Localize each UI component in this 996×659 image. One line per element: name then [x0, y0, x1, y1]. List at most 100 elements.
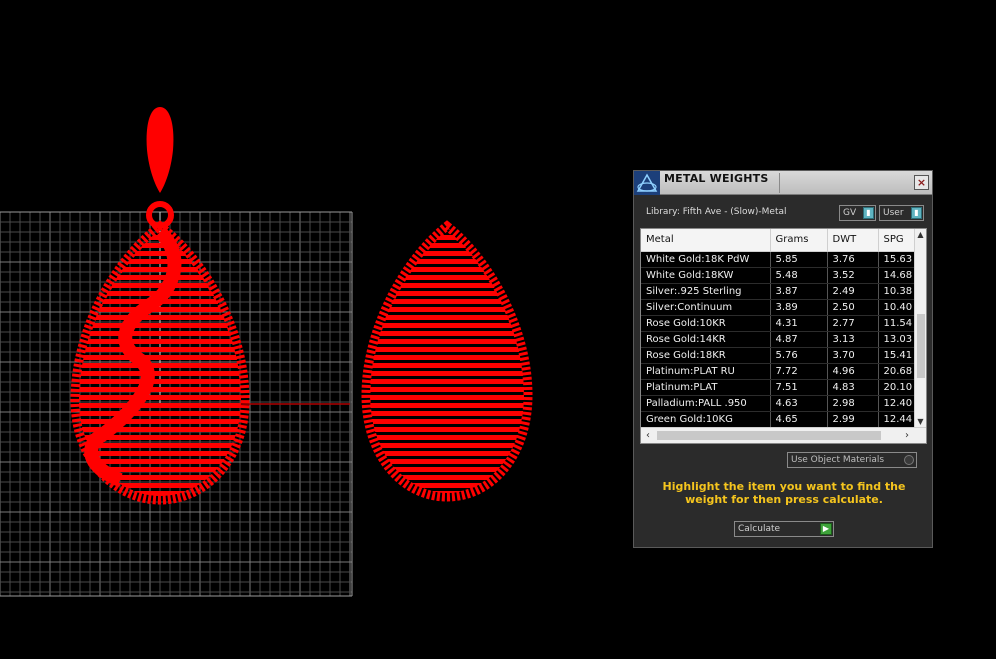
- metal-stripe: [370, 419, 524, 424]
- cell-spg[interactable]: 14.68: [878, 267, 919, 284]
- table-row[interactable]: Platinum:PLAT 7.51 4.83 20.10: [641, 379, 919, 396]
- pendant-left-body[interactable]: [70, 220, 250, 505]
- metal-stripe: [370, 323, 524, 328]
- cell-grams[interactable]: 3.89: [770, 299, 828, 316]
- dropdown-toggle-icon[interactable]: ▮: [911, 207, 922, 219]
- metal-stripe: [79, 323, 241, 328]
- panel-titlebar[interactable]: METAL WEIGHTS ×: [634, 171, 932, 195]
- metal-stripe: [370, 243, 524, 248]
- gv-select[interactable]: GV ▮: [839, 205, 876, 221]
- metal-stripe: [370, 371, 524, 376]
- metal-stripe: [79, 379, 241, 384]
- cell-grams[interactable]: 4.31: [770, 315, 828, 332]
- cell-metal[interactable]: Rose Gold:18KR: [641, 347, 771, 364]
- cell-dwt[interactable]: 2.49: [827, 283, 879, 300]
- cell-dwt[interactable]: 3.70: [827, 347, 879, 364]
- cell-grams[interactable]: 7.51: [770, 379, 828, 396]
- cell-grams[interactable]: 3.87: [770, 283, 828, 300]
- vertical-scroll-thumb[interactable]: [917, 314, 925, 378]
- use-object-materials-radio[interactable]: [904, 455, 914, 465]
- metal-stripe: [370, 291, 524, 296]
- cell-grams[interactable]: 5.85: [770, 251, 828, 268]
- cell-metal[interactable]: Silver:Continuum: [641, 299, 771, 316]
- cell-dwt[interactable]: 2.99: [827, 411, 879, 428]
- table-row[interactable]: Platinum:PLAT RU 7.72 4.96 20.68: [641, 363, 919, 380]
- use-object-materials-option[interactable]: Use Object Materials: [787, 452, 917, 468]
- scroll-up-arrow-icon[interactable]: ▲: [915, 229, 926, 241]
- table-row[interactable]: Silver:Continuum 3.89 2.50 10.40: [641, 299, 919, 316]
- cell-spg[interactable]: 20.68: [878, 363, 919, 380]
- play-arrow-icon[interactable]: ▶: [820, 523, 832, 535]
- cell-spg[interactable]: 10.38: [878, 283, 919, 300]
- metal-table[interactable]: Metal Grams DWT SPG White Gold:18K PdW 5.…: [640, 228, 927, 444]
- cell-grams[interactable]: 5.76: [770, 347, 828, 364]
- calculate-button[interactable]: Calculate ▶: [734, 521, 834, 537]
- metal-stripe: [79, 339, 241, 344]
- cell-dwt[interactable]: 2.98: [827, 395, 879, 412]
- metal-stripe: [79, 395, 241, 400]
- metal-stripe: [370, 475, 524, 480]
- cell-grams[interactable]: 7.72: [770, 363, 828, 380]
- cell-grams[interactable]: 5.48: [770, 267, 828, 284]
- table-row[interactable]: White Gold:18K PdW 5.85 3.76 15.63: [641, 251, 919, 268]
- horizontal-scroll-thumb[interactable]: [657, 431, 881, 440]
- cell-spg[interactable]: 20.10: [878, 379, 919, 396]
- table-row[interactable]: Rose Gold:18KR 5.76 3.70 15.41: [641, 347, 919, 364]
- pendant-bail-drop[interactable]: [146, 107, 174, 193]
- metal-stripe: [370, 387, 524, 392]
- metal-stripe: [370, 483, 524, 488]
- cell-dwt[interactable]: 3.52: [827, 267, 879, 284]
- cell-spg[interactable]: 13.03: [878, 331, 919, 348]
- scroll-left-arrow-icon[interactable]: ‹: [641, 428, 655, 443]
- table-row[interactable]: Green Gold:10KG 4.65 2.99 12.44: [641, 411, 919, 428]
- metal-stripe: [79, 355, 241, 360]
- table-row[interactable]: Rose Gold:10KR 4.31 2.77 11.54: [641, 315, 919, 332]
- cell-metal[interactable]: Platinum:PLAT: [641, 379, 771, 396]
- cell-dwt[interactable]: 4.83: [827, 379, 879, 396]
- cell-metal[interactable]: White Gold:18K PdW: [641, 251, 771, 268]
- cell-spg[interactable]: 15.63: [878, 251, 919, 268]
- metal-stripe: [79, 483, 241, 488]
- rhino-logo-icon: [634, 171, 660, 195]
- user-select[interactable]: User ▮: [879, 205, 924, 221]
- table-row[interactable]: Palladium:PALL .950 4.63 2.98 12.40: [641, 395, 919, 412]
- cell-dwt[interactable]: 4.96: [827, 363, 879, 380]
- close-button[interactable]: ×: [914, 175, 929, 190]
- cell-metal[interactable]: Platinum:PLAT RU: [641, 363, 771, 380]
- metal-stripe: [79, 475, 241, 480]
- column-header-metal[interactable]: Metal: [641, 229, 771, 252]
- cell-dwt[interactable]: 3.13: [827, 331, 879, 348]
- cell-grams[interactable]: 4.65: [770, 411, 828, 428]
- column-header-spg[interactable]: SPG: [878, 229, 919, 252]
- dropdown-toggle-icon[interactable]: ▮: [863, 207, 874, 219]
- table-row[interactable]: White Gold:18KW 5.48 3.52 14.68: [641, 267, 919, 284]
- cell-spg[interactable]: 15.41: [878, 347, 919, 364]
- horizontal-scrollbar[interactable]: ‹ ›: [641, 427, 926, 443]
- cell-dwt[interactable]: 2.77: [827, 315, 879, 332]
- column-header-dwt[interactable]: DWT: [827, 229, 879, 252]
- table-row[interactable]: Rose Gold:14KR 4.87 3.13 13.03: [641, 331, 919, 348]
- cell-dwt[interactable]: 2.50: [827, 299, 879, 316]
- cell-metal[interactable]: Rose Gold:10KR: [641, 315, 771, 332]
- cell-metal[interactable]: Silver:.925 Sterling: [641, 283, 771, 300]
- metal-stripe: [370, 403, 524, 408]
- cell-grams[interactable]: 4.87: [770, 331, 828, 348]
- metal-stripe: [79, 347, 241, 352]
- column-header-grams[interactable]: Grams: [770, 229, 828, 252]
- scroll-right-arrow-icon[interactable]: ›: [900, 428, 914, 443]
- cell-metal[interactable]: Palladium:PALL .950: [641, 395, 771, 412]
- cell-spg[interactable]: 12.44: [878, 411, 919, 428]
- cell-spg[interactable]: 11.54: [878, 315, 919, 332]
- cell-metal[interactable]: White Gold:18KW: [641, 267, 771, 284]
- table-row[interactable]: Silver:.925 Sterling 3.87 2.49 10.38: [641, 283, 919, 300]
- cell-spg[interactable]: 12.40: [878, 395, 919, 412]
- cell-dwt[interactable]: 3.76: [827, 251, 879, 268]
- cell-spg[interactable]: 10.40: [878, 299, 919, 316]
- vertical-scrollbar[interactable]: ▲ ▼: [914, 229, 926, 428]
- pendant-right-body[interactable]: [360, 220, 535, 502]
- cell-metal[interactable]: Green Gold:10KG: [641, 411, 771, 428]
- cell-metal[interactable]: Rose Gold:14KR: [641, 331, 771, 348]
- cell-grams[interactable]: 4.63: [770, 395, 828, 412]
- metal-stripe: [370, 347, 524, 352]
- metal-stripe: [370, 427, 524, 432]
